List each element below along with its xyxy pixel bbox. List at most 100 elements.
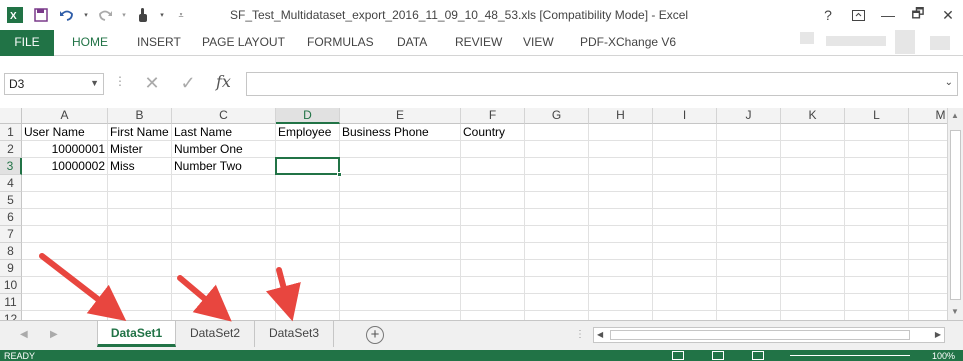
cell-k6[interactable] [781, 209, 845, 226]
row-header-6[interactable]: 6 [0, 209, 22, 226]
cell-f2[interactable] [461, 141, 525, 158]
cell-l12[interactable] [845, 311, 909, 320]
scroll-left-icon[interactable]: ◀ [597, 330, 603, 339]
cell-b5[interactable] [108, 192, 172, 209]
cell-l1[interactable] [845, 124, 909, 141]
cell-j12[interactable] [717, 311, 781, 320]
cell-l4[interactable] [845, 175, 909, 192]
row-header-5[interactable]: 5 [0, 192, 22, 209]
new-sheet-button[interactable]: + [366, 326, 384, 344]
cell-j10[interactable] [717, 277, 781, 294]
cell-l11[interactable] [845, 294, 909, 311]
cell-a8[interactable] [22, 243, 108, 260]
cell-c5[interactable] [172, 192, 276, 209]
name-box-dropdown-icon[interactable]: ▼ [90, 78, 99, 88]
cell-a11[interactable] [22, 294, 108, 311]
cell-i9[interactable] [653, 260, 717, 277]
cell-l9[interactable] [845, 260, 909, 277]
tab-data[interactable]: DATA [397, 30, 427, 56]
cell-i12[interactable] [653, 311, 717, 320]
cell-g2[interactable] [525, 141, 589, 158]
save-icon[interactable] [30, 4, 52, 26]
enter-entry-icon[interactable]: ✓ [176, 72, 200, 94]
cell-d1[interactable]: Employee [276, 124, 340, 141]
cell-f4[interactable] [461, 175, 525, 192]
cell-c1[interactable]: Last Name [172, 124, 276, 141]
sheet-prev-icon[interactable]: ◀ [20, 329, 28, 340]
cell-h6[interactable] [589, 209, 653, 226]
touch-dropdown-icon[interactable]: ▾ [158, 4, 166, 26]
horizontal-scrollbar[interactable]: ◀ ▶ [593, 327, 945, 343]
cell-a12[interactable] [22, 311, 108, 320]
cell-b6[interactable] [108, 209, 172, 226]
cell-i6[interactable] [653, 209, 717, 226]
cell-m10[interactable] [909, 277, 947, 294]
column-header-f[interactable]: F [461, 108, 525, 124]
cell-j4[interactable] [717, 175, 781, 192]
page-break-view-icon[interactable] [752, 351, 764, 360]
cell-a6[interactable] [22, 209, 108, 226]
cell-h5[interactable] [589, 192, 653, 209]
cell-d5[interactable] [276, 192, 340, 209]
undo-dropdown-icon[interactable]: ▾ [82, 4, 90, 26]
zoom-level[interactable]: 100% [932, 351, 955, 361]
cell-d6[interactable] [276, 209, 340, 226]
tab-home[interactable]: HOME [72, 30, 108, 56]
cell-b10[interactable] [108, 277, 172, 294]
row-header-9[interactable]: 9 [0, 260, 22, 277]
page-layout-view-icon[interactable] [712, 351, 724, 360]
cell-e5[interactable] [340, 192, 461, 209]
column-header-m[interactable]: M [909, 108, 947, 124]
tab-file[interactable]: FILE [0, 30, 54, 56]
cell-k1[interactable] [781, 124, 845, 141]
cell-g3[interactable] [525, 158, 589, 175]
cell-h1[interactable] [589, 124, 653, 141]
cell-a2[interactable]: 10000001 [22, 141, 108, 158]
cell-b11[interactable] [108, 294, 172, 311]
cell-e7[interactable] [340, 226, 461, 243]
cell-b3[interactable]: Miss [108, 158, 172, 175]
cell-c3[interactable]: Number Two [172, 158, 276, 175]
cell-g4[interactable] [525, 175, 589, 192]
cell-l7[interactable] [845, 226, 909, 243]
cell-c7[interactable] [172, 226, 276, 243]
cell-c8[interactable] [172, 243, 276, 260]
cell-g8[interactable] [525, 243, 589, 260]
cell-k11[interactable] [781, 294, 845, 311]
cell-d7[interactable] [276, 226, 340, 243]
cell-b9[interactable] [108, 260, 172, 277]
vertical-scroll-thumb[interactable] [950, 130, 961, 300]
cell-i8[interactable] [653, 243, 717, 260]
cell-k4[interactable] [781, 175, 845, 192]
redo-dropdown-icon[interactable]: ▾ [120, 4, 128, 26]
cell-i2[interactable] [653, 141, 717, 158]
cell-b2[interactable]: Mister [108, 141, 172, 158]
sheet-next-icon[interactable]: ▶ [50, 329, 58, 340]
cell-a1[interactable]: User Name [22, 124, 108, 141]
row-header-8[interactable]: 8 [0, 243, 22, 260]
tab-split-grip-icon[interactable]: ⋮ [575, 329, 585, 340]
cell-h12[interactable] [589, 311, 653, 320]
cell-c6[interactable] [172, 209, 276, 226]
horizontal-scroll-thumb[interactable] [610, 330, 910, 340]
row-header-4[interactable]: 4 [0, 175, 22, 192]
row-header-2[interactable]: 2 [0, 141, 22, 158]
cell-m11[interactable] [909, 294, 947, 311]
cell-f5[interactable] [461, 192, 525, 209]
tab-insert[interactable]: INSERT [137, 30, 181, 56]
cell-e1[interactable]: Business Phone [340, 124, 461, 141]
cell-k2[interactable] [781, 141, 845, 158]
column-header-i[interactable]: I [653, 108, 717, 124]
cell-k7[interactable] [781, 226, 845, 243]
formula-bar-grip-icon[interactable]: ⋮ [114, 74, 126, 88]
redo-icon[interactable] [94, 4, 116, 26]
column-header-b[interactable]: B [108, 108, 172, 124]
cell-g6[interactable] [525, 209, 589, 226]
cell-e3[interactable] [340, 158, 461, 175]
cell-g1[interactable] [525, 124, 589, 141]
zoom-slider[interactable] [790, 355, 910, 356]
row-header-7[interactable]: 7 [0, 226, 22, 243]
row-header-12[interactable]: 12 [0, 311, 22, 320]
insert-function-button[interactable]: fx [216, 72, 231, 91]
cell-h8[interactable] [589, 243, 653, 260]
